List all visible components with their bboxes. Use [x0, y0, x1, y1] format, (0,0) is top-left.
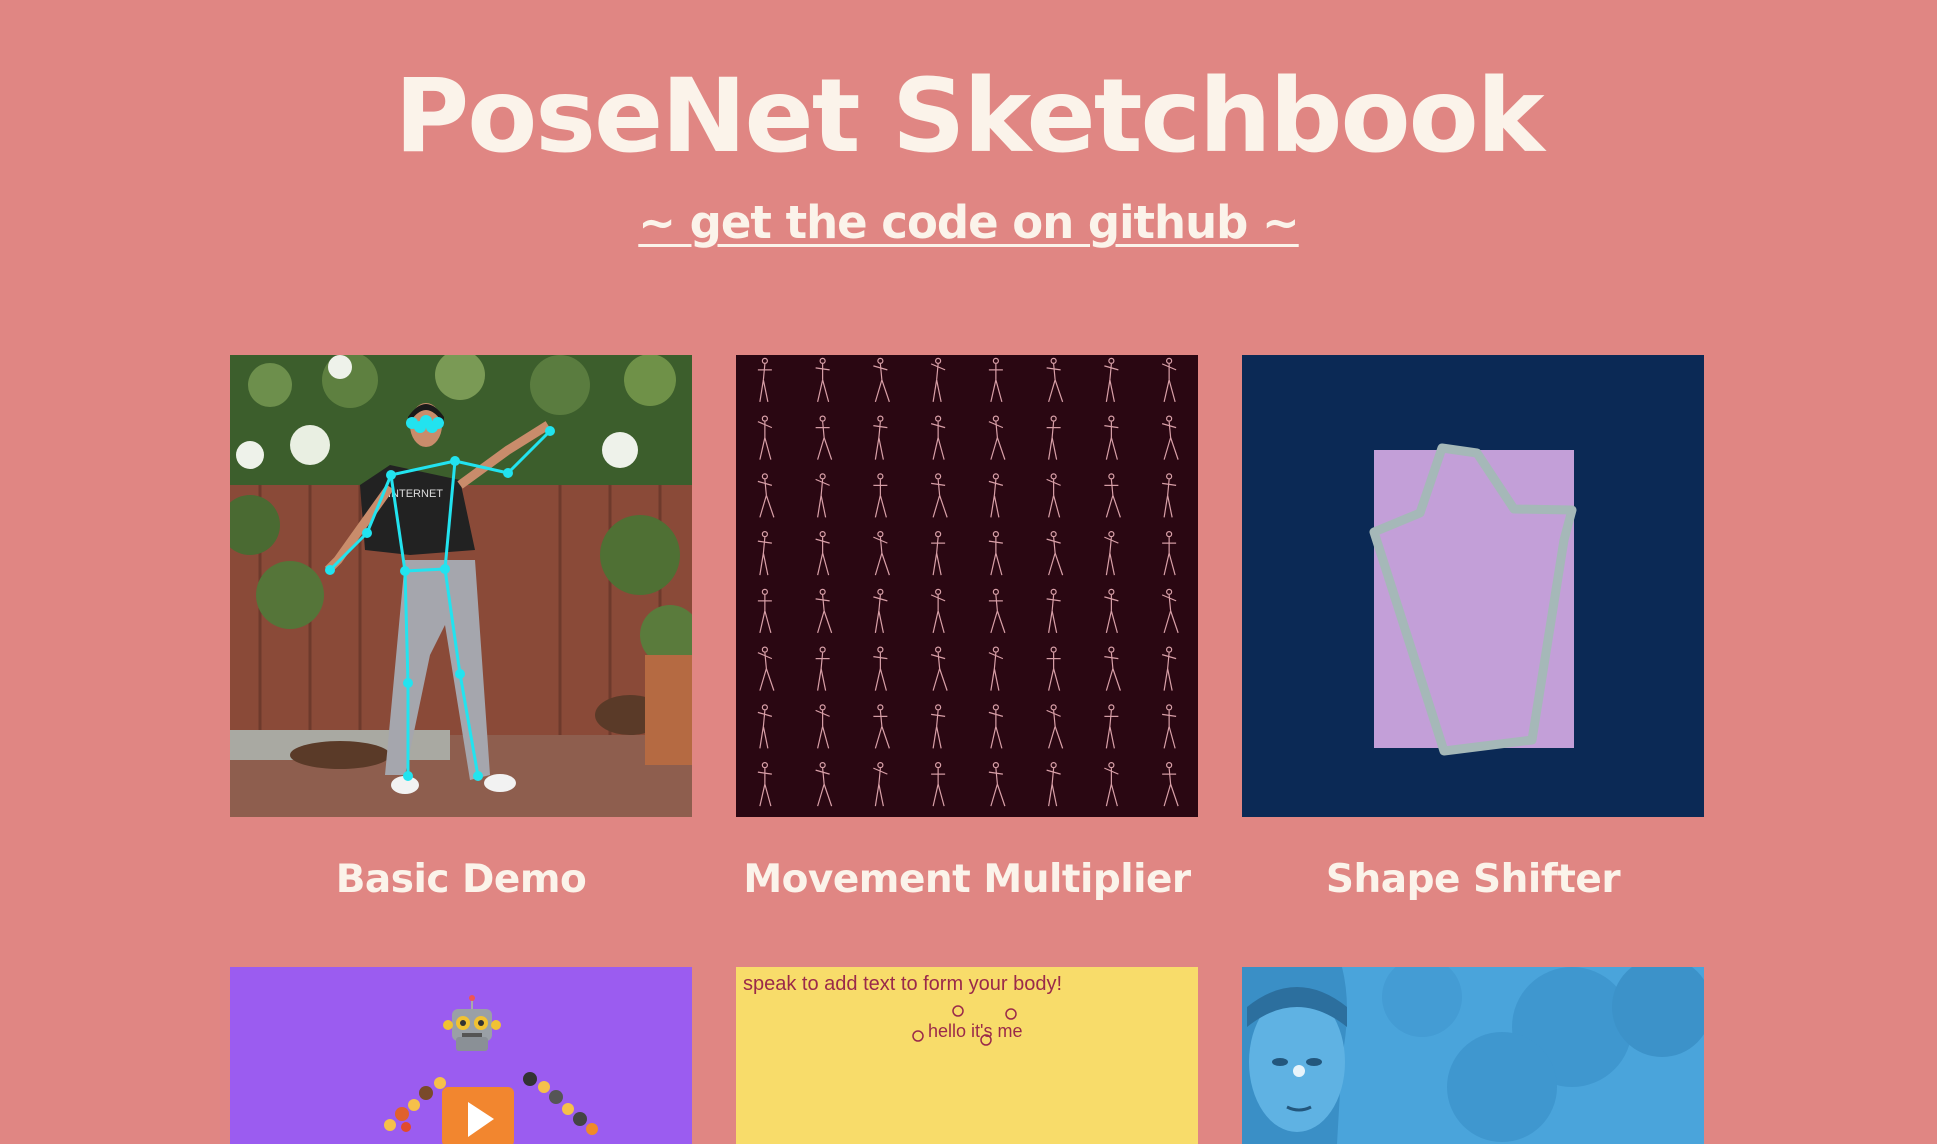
speech-demo-thumbnail[interactable]: speak to add text to form your body! hel… [736, 967, 1198, 1144]
emoji-demo-thumbnail[interactable] [230, 967, 692, 1144]
shape-shifter-thumbnail[interactable] [1242, 355, 1704, 817]
card-face-demo[interactable] [1242, 967, 1704, 1144]
card-speech-demo[interactable]: speak to add text to form your body! hel… [736, 967, 1198, 1144]
card-emoji-demo[interactable] [230, 967, 692, 1144]
spoken-text: hello it's me [928, 1021, 1023, 1041]
page-title: PoseNet Sketchbook [394, 57, 1544, 176]
face-demo-image [1242, 967, 1704, 1144]
github-link[interactable]: ~ get the code on github ~ [0, 196, 1937, 249]
card-basic-demo[interactable]: INTERNET Basic Demo [230, 355, 692, 904]
card-shape-shifter[interactable]: Shape Shifter [1242, 355, 1704, 904]
card-movement-multiplier[interactable]: Movement Multiplier [736, 355, 1198, 904]
basic-demo-thumbnail[interactable]: INTERNET [230, 355, 692, 817]
speak-instruction: speak to add text to form your body! [743, 973, 1063, 995]
basic-demo-image: INTERNET [230, 355, 692, 817]
svg-text:INTERNET: INTERNET [388, 488, 443, 500]
page: PoseNet Sketchbook ~ get the code on git… [0, 0, 1937, 1144]
face-demo-thumbnail[interactable] [1242, 967, 1704, 1144]
emoji-demo-image [230, 967, 692, 1144]
movement-multiplier-thumbnail[interactable] [736, 355, 1198, 817]
movement-multiplier-image [736, 355, 1198, 817]
card-title[interactable]: Basic Demo [230, 857, 692, 904]
card-title[interactable]: Movement Multiplier [736, 857, 1198, 904]
card-title[interactable]: Shape Shifter [1242, 857, 1704, 904]
shape-shifter-image [1242, 355, 1704, 817]
